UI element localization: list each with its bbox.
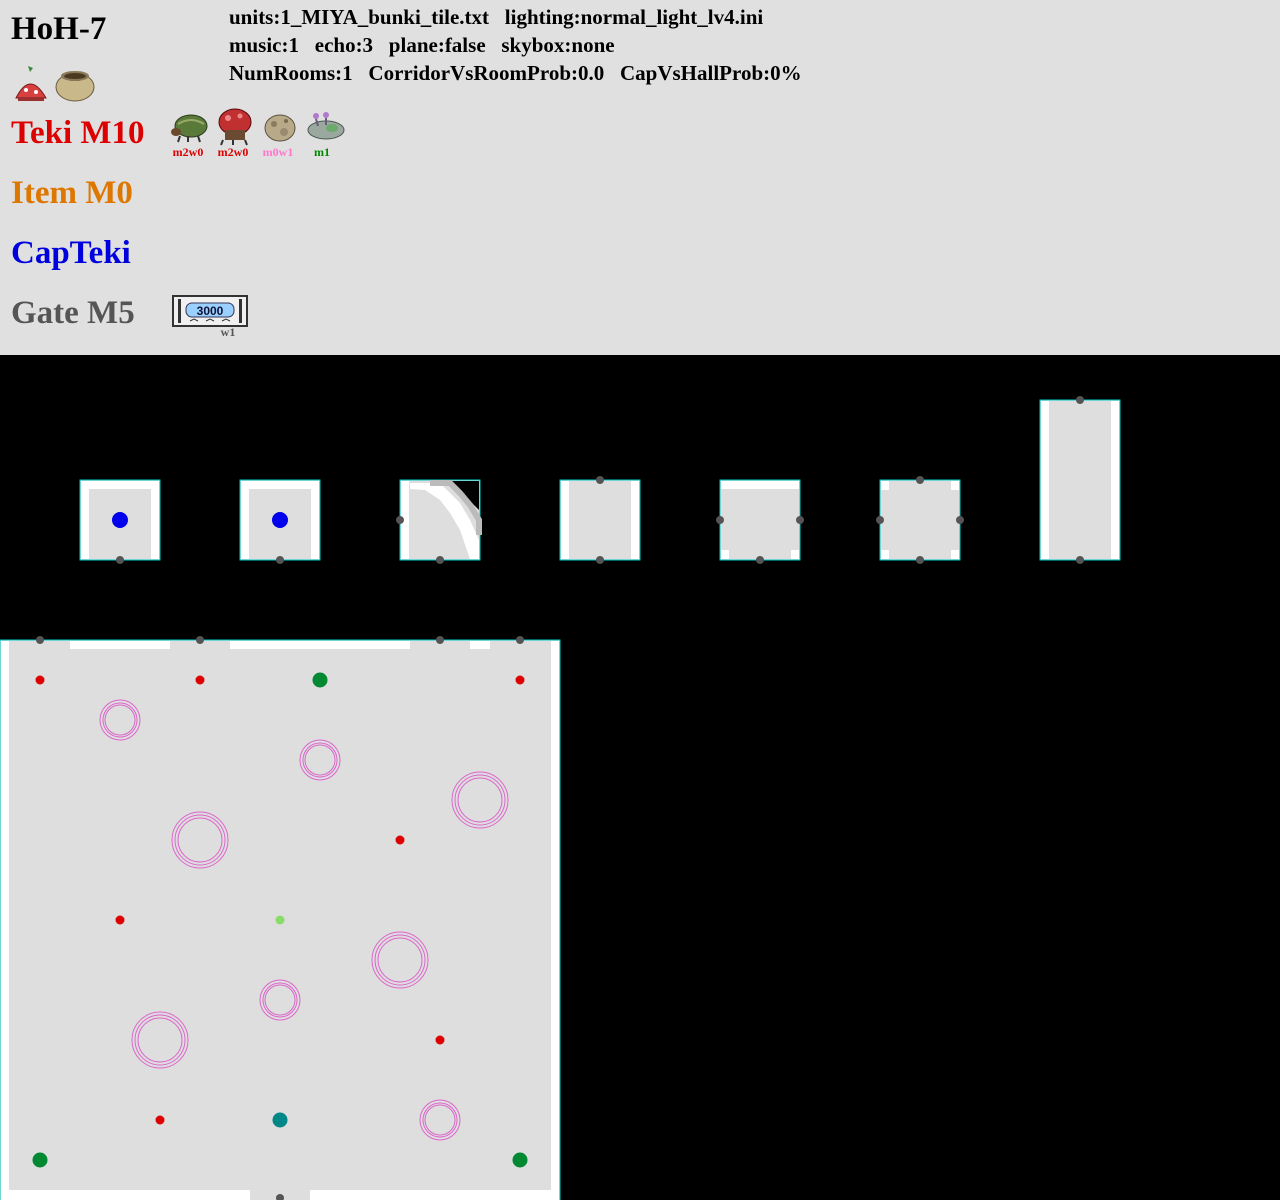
door-marker	[516, 636, 524, 644]
door-marker	[436, 556, 444, 564]
unit-tile-straight	[559, 476, 641, 564]
unit-tile-cross	[876, 476, 964, 564]
unit-tile-tee	[716, 479, 804, 564]
cave-title: HoH-7	[11, 11, 107, 47]
room-unit	[0, 636, 561, 1200]
unit-tile-corner	[396, 479, 482, 564]
boulder-icon	[264, 114, 296, 142]
info-line-units: units:1_MIYA_bunki_tile.txt lighting:nor…	[229, 5, 764, 29]
teki-tag-4: m1	[314, 145, 330, 159]
door-marker	[796, 516, 804, 524]
gate-icon: 3000	[172, 295, 248, 327]
info-line-rooms: NumRooms:1 CorridorVsRoomProb:0.0 CapVsH…	[229, 61, 802, 85]
unit-map-canvas	[0, 396, 1121, 1200]
spawn-point	[195, 675, 205, 685]
unit-tile-long-corridor	[1039, 396, 1121, 564]
sand-pot-treasure-icon	[55, 71, 95, 102]
door-marker	[1076, 556, 1084, 564]
slug-creature-icon	[307, 112, 345, 140]
gate-tag: w1	[220, 325, 236, 339]
spawn-point	[155, 1115, 165, 1125]
spawn-point	[35, 675, 45, 685]
spawn-point	[515, 675, 525, 685]
door-marker	[36, 636, 44, 644]
teki-tag-3: m0w1	[262, 145, 294, 159]
door-marker	[916, 556, 924, 564]
door-marker	[196, 636, 204, 644]
capteki-spawn-marker	[112, 512, 128, 528]
teki-tag-2: m2w0	[217, 145, 249, 159]
capteki-label: CapTeki	[11, 235, 131, 271]
spawn-point	[32, 1152, 48, 1168]
door-marker	[116, 556, 124, 564]
door-marker	[1076, 396, 1084, 404]
armored-beetle-icon	[171, 114, 208, 143]
spawn-point	[275, 915, 285, 925]
red-mushroom-creature-icon	[218, 108, 252, 146]
spawn-point	[395, 835, 405, 845]
spawn-point	[272, 1112, 288, 1128]
spawn-point	[312, 672, 328, 688]
unit-tile-cap-1	[79, 479, 161, 564]
spawn-point	[115, 915, 125, 925]
red-onion-treasure-icon	[15, 66, 47, 101]
unit-tile-cap-2	[239, 479, 321, 564]
gate-value-text: 3000	[197, 304, 224, 318]
door-marker	[716, 516, 724, 524]
door-marker	[876, 516, 884, 524]
door-marker	[756, 556, 764, 564]
teki-tag-1: m2w0	[172, 145, 204, 159]
door-marker	[396, 516, 404, 524]
door-marker	[596, 476, 604, 484]
spawn-point	[435, 1035, 445, 1045]
door-marker	[276, 556, 284, 564]
door-marker	[916, 476, 924, 484]
item-label: Item M0	[11, 175, 133, 211]
gate-label: Gate M5	[11, 295, 135, 331]
capteki-spawn-marker	[272, 512, 288, 528]
door-marker	[436, 636, 444, 644]
door-marker	[956, 516, 964, 524]
info-line-music: music:1 echo:3 plane:false skybox:none	[229, 33, 615, 57]
header-panel: HoH-7 units:1_MIYA_bunki_tile.txt lighti…	[0, 0, 1280, 355]
spawn-point	[512, 1152, 528, 1168]
teki-label: Teki M10	[11, 115, 145, 151]
door-marker	[596, 556, 604, 564]
